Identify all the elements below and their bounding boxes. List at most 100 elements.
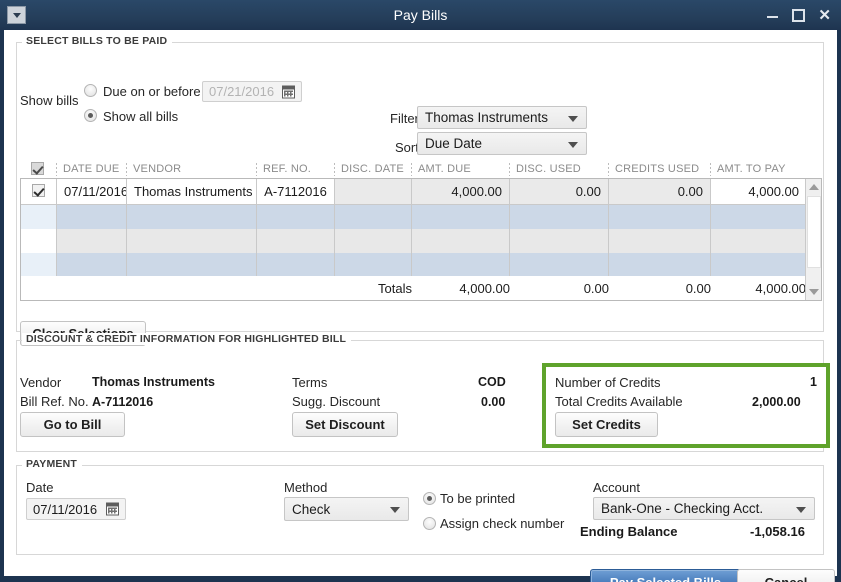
cell-credits-used: 0.00	[609, 179, 711, 204]
terms-value: COD	[478, 375, 506, 389]
radio-show-all-bills[interactable]	[84, 109, 97, 122]
number-of-credits-value: 1	[810, 375, 817, 389]
payment-date-label: Date	[26, 480, 54, 495]
payment-date-value: 07/11/2016	[33, 501, 98, 517]
calendar-icon[interactable]	[106, 502, 119, 516]
totals-label: Totals	[378, 281, 412, 296]
column-header-amt-to-pay[interactable]: AMT. TO PAY	[717, 161, 786, 178]
payment-method-select[interactable]: Check	[284, 497, 409, 521]
payment-legend: PAYMENT	[22, 458, 82, 470]
radio-show-all-bills-label: Show all bills	[103, 109, 179, 124]
table-vertical-scrollbar[interactable]	[805, 179, 821, 300]
scrollbar-thumb[interactable]	[807, 196, 821, 268]
calendar-icon[interactable]	[282, 85, 295, 98]
show-bills-label: Show bills	[20, 93, 79, 108]
scroll-up-icon[interactable]	[806, 179, 821, 195]
ending-balance-value: -1,058.16	[750, 524, 805, 539]
select-all-checkbox[interactable]	[31, 162, 44, 175]
set-discount-button[interactable]: Set Discount	[292, 412, 398, 437]
set-credits-button[interactable]: Set Credits	[555, 412, 658, 437]
totals-amt-to-pay: 4,000.00	[755, 281, 806, 296]
table-row-empty	[21, 205, 806, 230]
payment-method-value: Check	[292, 501, 331, 517]
row-select-checkbox-cell[interactable]	[21, 179, 57, 204]
totals-disc-used: 0.00	[583, 281, 609, 296]
column-header-credits-used[interactable]: CREDITS USED	[615, 161, 699, 178]
cancel-label: Cancel	[765, 575, 808, 582]
table-row[interactable]: 07/11/2016 Thomas Instruments A-7112016 …	[21, 179, 806, 204]
go-to-bill-button[interactable]: Go to Bill	[20, 412, 125, 437]
chevron-down-icon	[568, 115, 578, 122]
discount-credit-legend: DISCOUNT & CREDIT INFORMATION FOR HIGHLI…	[22, 333, 352, 345]
sort-by-select[interactable]: Due Date	[417, 132, 587, 155]
maximize-icon[interactable]	[792, 8, 806, 22]
terms-label: Terms	[292, 375, 328, 390]
due-on-or-before-date-value: 07/21/2016	[209, 84, 275, 99]
sugg-discount-value: 0.00	[481, 395, 506, 409]
sugg-discount-label: Sugg. Discount	[292, 394, 381, 409]
ending-balance-label: Ending Balance	[580, 524, 678, 539]
column-header-amt-due[interactable]: AMT. DUE	[418, 161, 471, 178]
cell-disc-used: 0.00	[510, 179, 609, 204]
radio-due-on-or-before-label: Due on or before	[103, 84, 201, 99]
select-bills-legend: SELECT BILLS TO BE PAID	[22, 35, 173, 47]
go-to-bill-label: Go to Bill	[43, 417, 102, 432]
cell-amt-due: 4,000.00	[412, 179, 510, 204]
close-icon[interactable]: ✕	[818, 8, 831, 23]
radio-due-on-or-before[interactable]	[84, 84, 97, 97]
cell-ref-no: A-7112016	[257, 179, 335, 204]
bill-ref-no-value: A-7112016	[92, 395, 154, 409]
totals-credits-used: 0.00	[685, 281, 711, 296]
total-credits-available-label: Total Credits Available	[555, 394, 683, 409]
number-of-credits-label: Number of Credits	[555, 375, 661, 390]
radio-assign-check-number[interactable]	[423, 517, 436, 530]
cell-disc-date	[335, 179, 412, 204]
column-header-ref-no[interactable]: REF. NO.	[263, 161, 311, 178]
chevron-down-icon	[796, 506, 806, 513]
column-header-disc-used[interactable]: DISC. USED	[516, 161, 581, 178]
total-credits-available-value: 2,000.00	[752, 395, 801, 409]
chevron-down-icon	[568, 141, 578, 148]
table-row-empty	[21, 253, 806, 278]
account-label: Account	[593, 480, 640, 495]
payment-date-input[interactable]: 07/11/2016	[26, 498, 126, 520]
column-header-vendor[interactable]: VENDOR	[133, 161, 181, 178]
bills-table: 07/11/2016 Thomas Instruments A-7112016 …	[20, 178, 822, 301]
payment-method-label: Method	[284, 480, 328, 495]
radio-assign-check-number-label: Assign check number	[440, 516, 565, 531]
totals-amt-due: 4,000.00	[459, 281, 510, 296]
totals-row: Totals 4,000.00 0.00 0.00 4,000.00	[21, 276, 806, 300]
due-on-or-before-date-input[interactable]: 07/21/2016	[202, 81, 302, 102]
bills-table-header: DATE DUE VENDOR REF. NO. DISC. DATE AMT.…	[20, 161, 822, 178]
table-row-empty	[21, 229, 806, 254]
bill-ref-no-label: Bill Ref. No.	[20, 394, 89, 409]
pay-selected-bills-label: Pay Selected Bills	[610, 575, 721, 582]
vendor-value: Thomas Instruments	[92, 375, 215, 389]
row-select-checkbox[interactable]	[32, 184, 45, 197]
set-discount-label: Set Discount	[305, 417, 385, 432]
scroll-down-icon[interactable]	[806, 284, 821, 300]
title-bar: Pay Bills ✕	[0, 0, 841, 30]
chevron-down-icon	[390, 507, 400, 513]
sort-by-value: Due Date	[425, 136, 483, 151]
pay-selected-bills-button[interactable]: Pay Selected Bills	[590, 569, 741, 582]
filter-by-select[interactable]: Thomas Instruments	[417, 106, 587, 129]
account-select[interactable]: Bank-One - Checking Acct.	[593, 497, 815, 520]
dialog-body: SELECT BILLS TO BE PAID Show bills Due o…	[4, 30, 837, 582]
cell-amt-to-pay[interactable]: 4,000.00	[711, 179, 806, 204]
pay-bills-window: Pay Bills ✕ SELECT BILLS TO BE PAID Show…	[0, 0, 841, 582]
filter-by-value: Thomas Instruments	[425, 110, 549, 125]
account-value: Bank-One - Checking Acct.	[601, 501, 764, 516]
radio-to-be-printed-label: To be printed	[440, 491, 516, 506]
cell-date-due: 07/11/2016	[57, 179, 127, 204]
minimize-icon[interactable]	[766, 9, 779, 22]
vendor-label: Vendor	[20, 375, 62, 390]
radio-to-be-printed[interactable]	[423, 492, 436, 505]
column-header-date-due[interactable]: DATE DUE	[63, 161, 119, 178]
cancel-button[interactable]: Cancel	[737, 569, 835, 582]
page-title: Pay Bills	[393, 7, 448, 23]
cell-vendor: Thomas Instruments	[127, 179, 257, 204]
window-controls: ✕	[766, 0, 831, 30]
column-header-disc-date[interactable]: DISC. DATE	[341, 161, 404, 178]
set-credits-label: Set Credits	[572, 417, 641, 432]
